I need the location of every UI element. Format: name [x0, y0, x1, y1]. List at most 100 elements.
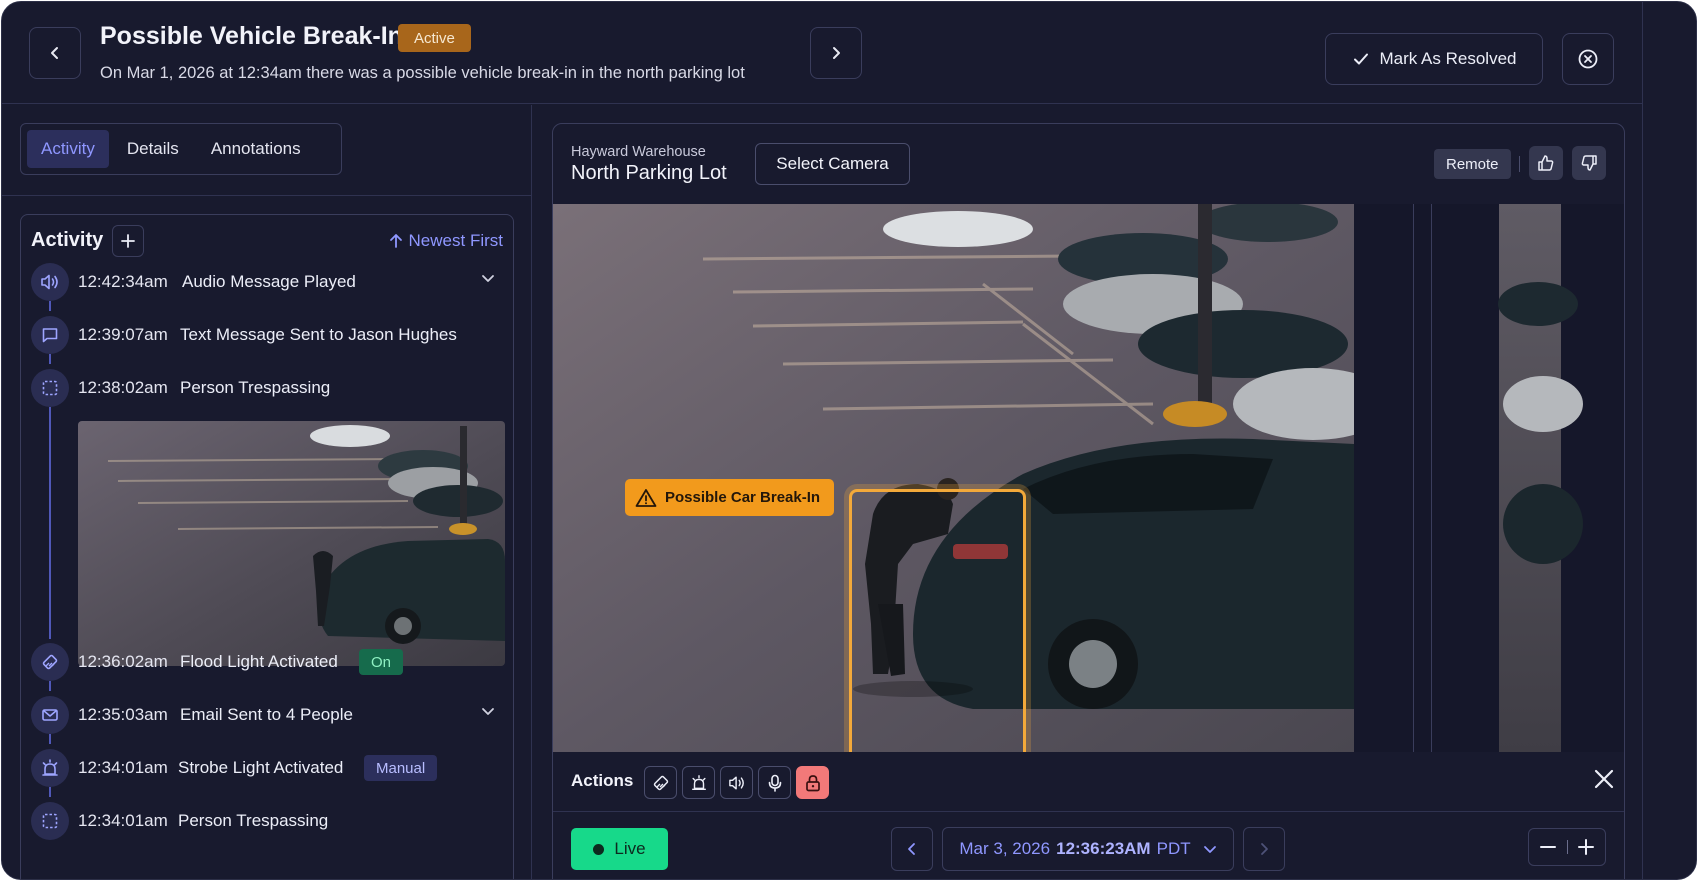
mark-resolved-button[interactable]: Mark As Resolved [1325, 33, 1543, 85]
strobe-button[interactable] [682, 766, 715, 799]
next-incident-button[interactable] [810, 27, 862, 79]
activity-label: Audio Message Played [182, 272, 356, 291]
add-activity-button[interactable] [112, 225, 144, 257]
tab-activity[interactable]: Activity [27, 130, 109, 168]
thumbs-up-icon [1538, 155, 1554, 171]
activity-label: Person Trespassing [178, 811, 329, 830]
incident-header: Possible Vehicle Break-In Active On Mar … [2, 2, 1642, 104]
timeline-connector [49, 354, 51, 364]
close-icon [1594, 769, 1614, 789]
detection-icon [31, 802, 69, 840]
activity-label: Email Sent to 4 People [180, 705, 353, 724]
sort-toggle[interactable]: Newest First [389, 231, 503, 251]
zoom-out-button[interactable] [1529, 838, 1567, 856]
chevron-down-icon [1203, 846, 1216, 853]
microphone-icon [768, 774, 781, 792]
close-circle-icon [1578, 49, 1598, 69]
activity-label: Flood Light Activated [180, 652, 338, 671]
thumbs-up-button[interactable] [1529, 146, 1563, 180]
activity-time: 12:34:01am [78, 758, 168, 777]
mark-resolved-label: Mark As Resolved [1379, 49, 1517, 68]
microphone-button[interactable] [758, 766, 791, 799]
thumbs-down-icon [1581, 155, 1597, 171]
incident-window: Possible Vehicle Break-In Active On Mar … [1, 1, 1697, 880]
site-name: Hayward Warehouse [571, 144, 706, 160]
sort-label: Newest First [408, 231, 503, 250]
left-panel: Activity Details Annotations Activity Ne… [2, 105, 532, 879]
actions-bar: Actions [553, 752, 1624, 812]
actions-label: Actions [571, 771, 634, 790]
floodlight-icon [653, 775, 668, 790]
event-snapshot[interactable] [78, 421, 505, 666]
strobe-icon [691, 774, 706, 790]
date-label: Mar 3, 2026 [959, 839, 1051, 858]
incident-description: On Mar 1, 2026 at 12:34am there was a po… [100, 64, 745, 82]
speaker-icon [728, 776, 744, 789]
activity-title: Activity [31, 229, 104, 251]
live-label: Live [614, 839, 646, 858]
next-time-button[interactable] [1243, 827, 1285, 871]
select-camera-button[interactable]: Select Camera [755, 143, 910, 185]
floodlight-icon [31, 643, 69, 681]
activity-label: Person Trespassing [180, 378, 331, 397]
close-incident-button[interactable] [1562, 33, 1614, 85]
divider [2, 195, 532, 196]
lock-button[interactable] [796, 766, 829, 799]
activity-panel: Activity Newest First 12:42:34am Audio M… [20, 214, 514, 879]
page-title: Possible Vehicle Break-In [100, 22, 403, 50]
previous-incident-button[interactable] [29, 27, 81, 79]
plus-icon [121, 234, 135, 248]
camera-name: North Parking Lot [571, 162, 727, 184]
timeline-connector [49, 734, 51, 744]
minus-icon [1539, 846, 1556, 848]
activity-time: 12:38:02am [78, 378, 168, 397]
datetime-selector[interactable]: Mar 3, 2026 12:36:23AM PDT [942, 827, 1234, 871]
activity-label: Text Message Sent to Jason Hughes [180, 325, 457, 344]
timeline-connector [49, 407, 51, 639]
timezone-label: PDT [1156, 839, 1191, 858]
divider [1519, 156, 1520, 172]
warning-icon [635, 488, 657, 507]
detection-box[interactable] [849, 489, 1026, 752]
live-dot-icon [593, 843, 605, 855]
message-icon [31, 316, 69, 354]
check-icon [1353, 53, 1368, 65]
zoom-control [1528, 828, 1606, 866]
activity-time: 12:36:02am [78, 652, 168, 671]
chevron-right-icon [833, 47, 840, 59]
timeline-connector [49, 787, 51, 797]
previous-time-button[interactable] [891, 827, 933, 871]
timeline-connector [49, 301, 51, 311]
tab-details[interactable]: Details [113, 130, 193, 168]
playback-bar: Live Mar 3, 2026 12:36:23AM PDT [553, 813, 1624, 879]
live-button[interactable]: Live [571, 828, 668, 870]
audio-button[interactable] [720, 766, 753, 799]
tab-bar: Activity Details Annotations [20, 123, 342, 175]
activity-label: Strobe Light Activated [178, 758, 344, 777]
strobe-icon [31, 749, 69, 787]
chevron-left-icon [908, 843, 915, 855]
activity-time: 12:35:03am [78, 705, 168, 724]
floodlight-button[interactable] [644, 766, 677, 799]
tab-annotations[interactable]: Annotations [197, 130, 315, 168]
lock-icon [805, 774, 820, 791]
status-badge: On [359, 649, 404, 675]
camera-panel: Hayward Warehouse North Parking Lot Sele… [552, 123, 1625, 879]
status-badge: Manual [364, 755, 438, 781]
thumbs-down-button[interactable] [1572, 146, 1606, 180]
activity-time: 12:39:07am [78, 325, 168, 344]
mode-badge: Remote [1434, 149, 1511, 179]
chevron-down-icon[interactable] [481, 704, 495, 723]
timeline-connector [49, 681, 51, 691]
alert-tag[interactable]: Possible Car Break-In [625, 479, 835, 516]
alert-tag-label: Possible Car Break-In [665, 489, 821, 506]
close-actions-button[interactable] [1593, 768, 1615, 795]
chevron-down-icon[interactable] [481, 271, 495, 290]
activity-time: 12:34:01am [78, 811, 168, 830]
mail-icon [31, 696, 69, 734]
time-label: 12:36:23AM [1056, 839, 1151, 858]
speaker-icon [31, 263, 69, 301]
zoom-in-button[interactable] [1568, 838, 1606, 856]
plus-icon [1578, 839, 1595, 855]
camera-feed[interactable]: Possible Car Break-In [553, 204, 1624, 752]
